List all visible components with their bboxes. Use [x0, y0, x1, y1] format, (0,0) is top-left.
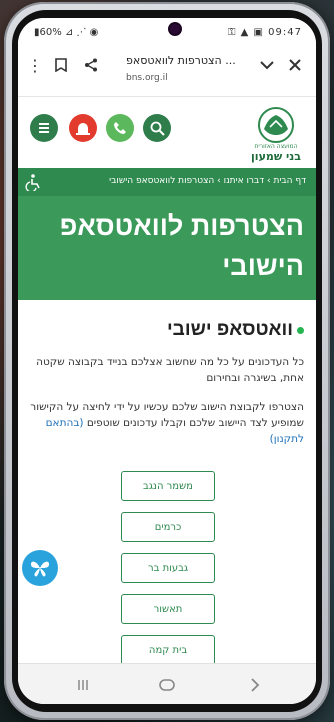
accessibility-widget-button[interactable]: [22, 550, 58, 586]
main-content: וואטסאפ ישובי כל העדכונים על כל מה שחשוב…: [18, 300, 316, 665]
phone-icon[interactable]: [106, 114, 134, 142]
menu-icon[interactable]: [30, 114, 58, 142]
section-heading: וואטסאפ ישובי: [167, 319, 304, 341]
site-header: המועצה האזורית בני שמעון: [18, 97, 316, 163]
join-paragraph: הצטרפו לקבוצת הישוב שלכם עכשיו על ידי לח…: [28, 399, 304, 447]
recent-apps-icon[interactable]: [72, 674, 94, 696]
accessibility-icon[interactable]: [24, 173, 42, 191]
page-title: הצטרפות לוואטסאפ הישובי: [59, 211, 304, 281]
village-button-mishmar-hanegev[interactable]: משמר הנגב: [121, 471, 215, 501]
tab-title[interactable]: הצטרפות לוואטסאפ ...: [126, 54, 256, 67]
whatsapp-dot-icon: [297, 326, 304, 334]
logo-text: בני שמעון: [251, 150, 301, 163]
site-logo[interactable]: המועצה האזורית בני שמעון: [246, 105, 306, 163]
village-button-beit-kama[interactable]: בית קמה: [121, 635, 215, 665]
status-bar: ▮60% ⊿ ⋰ ◉ ⚿ ▲ ▣ 09:47: [18, 18, 316, 44]
browser-toolbar: ⋮ הצטרפות לוואטסאפ ... bns.org.il: [18, 44, 316, 97]
butterfly-icon: [31, 561, 49, 577]
share-icon[interactable]: [80, 54, 102, 76]
back-icon[interactable]: [244, 674, 266, 696]
status-icons-left: ⊿ ⋰ ◉: [64, 27, 99, 38]
intro-paragraph: כל העדכונים על כל מה שחשוב אצלכם בנייד ב…: [36, 356, 304, 384]
bookmark-icon[interactable]: [50, 54, 72, 76]
phone-screen: ▮60% ⊿ ⋰ ◉ ⚿ ▲ ▣ 09:47 ⋮ הצטרפות לוואטסא…: [18, 18, 316, 704]
alarm-icon[interactable]: [69, 114, 97, 142]
clock: 09:47: [268, 27, 302, 38]
village-button-tashur[interactable]: תאשור: [121, 594, 215, 624]
more-vert-icon[interactable]: ⋮: [24, 54, 46, 76]
status-clock-area: ⚿ ▲ ▣ 09:47: [228, 27, 302, 38]
close-icon[interactable]: [284, 54, 306, 76]
breadcrumb: דף הבית › דברו איתנו › הצטרפות לוואטסאפ …: [18, 168, 316, 196]
url-text[interactable]: bns.org.il: [126, 73, 168, 83]
web-page: המועצה האזורית בני שמעון דף הבית › דברו …: [18, 97, 316, 665]
village-button-givot-bar[interactable]: גבעות בר: [121, 553, 215, 583]
status-icons-right: ⚿ ▲ ▣: [227, 27, 269, 38]
hero-banner: הצטרפות לוואטסאפ הישובי: [18, 196, 316, 300]
home-icon[interactable]: [156, 674, 178, 696]
section-heading-text: וואטסאפ ישובי: [166, 319, 293, 340]
battery-percent: ▮60% ⊿ ⋰ ◉: [34, 27, 99, 38]
front-camera: [170, 24, 180, 34]
android-nav-bar: [18, 663, 316, 704]
breadcrumb-text[interactable]: דף הבית › דברו איתנו › הצטרפות לוואטסאפ …: [109, 176, 306, 186]
village-button-kramim[interactable]: כרמים: [121, 512, 215, 542]
search-icon[interactable]: [143, 114, 171, 142]
chevron-down-icon[interactable]: [256, 54, 278, 76]
logo-subtext: המועצה האזורית: [254, 143, 298, 150]
